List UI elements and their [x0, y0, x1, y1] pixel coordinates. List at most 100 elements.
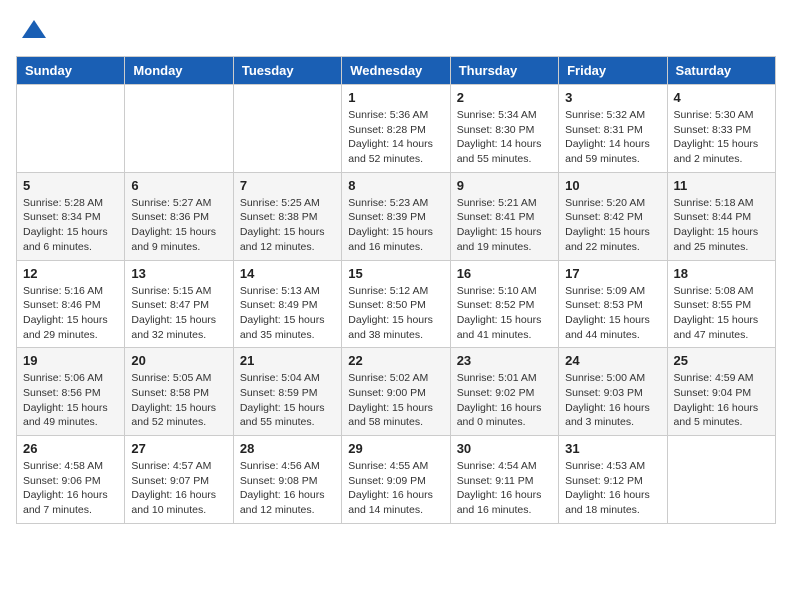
- day-number: 31: [565, 441, 660, 456]
- page-header: [16, 16, 776, 44]
- weekday-header-monday: Monday: [125, 57, 233, 85]
- calendar-week-row: 12 Sunrise: 5:16 AM Sunset: 8:46 PM Dayli…: [17, 260, 776, 348]
- day-number: 22: [348, 353, 443, 368]
- calendar-cell: 10 Sunrise: 5:20 AM Sunset: 8:42 PM Dayli…: [559, 172, 667, 260]
- day-number: 29: [348, 441, 443, 456]
- day-info: Sunrise: 5:23 AM Sunset: 8:39 PM Dayligh…: [348, 196, 443, 255]
- day-number: 11: [674, 178, 769, 193]
- calendar-table: SundayMondayTuesdayWednesdayThursdayFrid…: [16, 56, 776, 524]
- day-info: Sunrise: 5:28 AM Sunset: 8:34 PM Dayligh…: [23, 196, 118, 255]
- day-number: 23: [457, 353, 552, 368]
- logo: [16, 16, 48, 44]
- day-number: 7: [240, 178, 335, 193]
- calendar-cell: 28 Sunrise: 4:56 AM Sunset: 9:08 PM Dayli…: [233, 436, 341, 524]
- day-info: Sunrise: 5:01 AM Sunset: 9:02 PM Dayligh…: [457, 371, 552, 430]
- calendar-cell: 31 Sunrise: 4:53 AM Sunset: 9:12 PM Dayli…: [559, 436, 667, 524]
- day-info: Sunrise: 5:27 AM Sunset: 8:36 PM Dayligh…: [131, 196, 226, 255]
- day-number: 2: [457, 90, 552, 105]
- day-info: Sunrise: 4:56 AM Sunset: 9:08 PM Dayligh…: [240, 459, 335, 518]
- calendar-cell: 11 Sunrise: 5:18 AM Sunset: 8:44 PM Dayli…: [667, 172, 775, 260]
- day-info: Sunrise: 5:00 AM Sunset: 9:03 PM Dayligh…: [565, 371, 660, 430]
- calendar-week-row: 1 Sunrise: 5:36 AM Sunset: 8:28 PM Daylig…: [17, 85, 776, 173]
- calendar-cell: 27Sunrise: 4:57 AM Sunset: 9:07 PM Dayli…: [125, 436, 233, 524]
- calendar-cell: [17, 85, 125, 173]
- weekday-header-sunday: Sunday: [17, 57, 125, 85]
- day-info: Sunrise: 5:08 AM Sunset: 8:55 PM Dayligh…: [674, 284, 769, 343]
- day-info: Sunrise: 5:02 AM Sunset: 9:00 PM Dayligh…: [348, 371, 443, 430]
- day-info: Sunrise: 5:16 AM Sunset: 8:46 PM Dayligh…: [23, 284, 118, 343]
- day-info: Sunrise: 5:20 AM Sunset: 8:42 PM Dayligh…: [565, 196, 660, 255]
- calendar-cell: 5 Sunrise: 5:28 AM Sunset: 8:34 PM Daylig…: [17, 172, 125, 260]
- calendar-cell: 21 Sunrise: 5:04 AM Sunset: 8:59 PM Dayli…: [233, 348, 341, 436]
- calendar-cell: 15 Sunrise: 5:12 AM Sunset: 8:50 PM Dayli…: [342, 260, 450, 348]
- day-info: Sunrise: 4:55 AM Sunset: 9:09 PM Dayligh…: [348, 459, 443, 518]
- calendar-cell: 1 Sunrise: 5:36 AM Sunset: 8:28 PM Daylig…: [342, 85, 450, 173]
- calendar-cell: 8 Sunrise: 5:23 AM Sunset: 8:39 PM Daylig…: [342, 172, 450, 260]
- calendar-cell: [233, 85, 341, 173]
- calendar-cell: 30 Sunrise: 4:54 AM Sunset: 9:11 PM Dayli…: [450, 436, 558, 524]
- calendar-cell: [667, 436, 775, 524]
- day-number: 15: [348, 266, 443, 281]
- calendar-week-row: 26 Sunrise: 4:58 AM Sunset: 9:06 PM Dayli…: [17, 436, 776, 524]
- day-info: Sunrise: 5:21 AM Sunset: 8:41 PM Dayligh…: [457, 196, 552, 255]
- day-number: 12: [23, 266, 118, 281]
- day-info: Sunrise: 5:30 AM Sunset: 8:33 PM Dayligh…: [674, 108, 769, 167]
- day-number: 9: [457, 178, 552, 193]
- calendar-cell: 7 Sunrise: 5:25 AM Sunset: 8:38 PM Daylig…: [233, 172, 341, 260]
- day-info: Sunrise: 5:32 AM Sunset: 8:31 PM Dayligh…: [565, 108, 660, 167]
- weekday-header-saturday: Saturday: [667, 57, 775, 85]
- day-info: Sunrise: 4:53 AM Sunset: 9:12 PM Dayligh…: [565, 459, 660, 518]
- calendar-cell: 6 Sunrise: 5:27 AM Sunset: 8:36 PM Daylig…: [125, 172, 233, 260]
- day-info: Sunrise: 5:13 AM Sunset: 8:49 PM Dayligh…: [240, 284, 335, 343]
- day-info: Sunrise: 4:54 AM Sunset: 9:11 PM Dayligh…: [457, 459, 552, 518]
- day-info: Sunrise: 5:36 AM Sunset: 8:28 PM Dayligh…: [348, 108, 443, 167]
- calendar-week-row: 19 Sunrise: 5:06 AM Sunset: 8:56 PM Dayli…: [17, 348, 776, 436]
- day-number: 3: [565, 90, 660, 105]
- day-number: 21: [240, 353, 335, 368]
- logo-icon: [20, 16, 48, 44]
- day-number: 13: [131, 266, 226, 281]
- calendar-cell: 22 Sunrise: 5:02 AM Sunset: 9:00 PM Dayli…: [342, 348, 450, 436]
- day-info: Sunrise: 4:57 AM Sunset: 9:07 PM Dayligh…: [131, 459, 226, 518]
- day-number: 26: [23, 441, 118, 456]
- calendar-cell: 25 Sunrise: 4:59 AM Sunset: 9:04 PM Dayli…: [667, 348, 775, 436]
- calendar-cell: 2 Sunrise: 5:34 AM Sunset: 8:30 PM Daylig…: [450, 85, 558, 173]
- calendar-cell: 12 Sunrise: 5:16 AM Sunset: 8:46 PM Dayli…: [17, 260, 125, 348]
- day-info: Sunrise: 4:59 AM Sunset: 9:04 PM Dayligh…: [674, 371, 769, 430]
- calendar-cell: 24Sunrise: 5:00 AM Sunset: 9:03 PM Dayli…: [559, 348, 667, 436]
- day-info: Sunrise: 5:25 AM Sunset: 8:38 PM Dayligh…: [240, 196, 335, 255]
- calendar-cell: 17 Sunrise: 5:09 AM Sunset: 8:53 PM Dayli…: [559, 260, 667, 348]
- weekday-header-friday: Friday: [559, 57, 667, 85]
- day-number: 30: [457, 441, 552, 456]
- calendar-cell: 23 Sunrise: 5:01 AM Sunset: 9:02 PM Dayli…: [450, 348, 558, 436]
- day-number: 20: [131, 353, 226, 368]
- day-number: 4: [674, 90, 769, 105]
- day-number: 25: [674, 353, 769, 368]
- calendar-cell: 9 Sunrise: 5:21 AM Sunset: 8:41 PM Daylig…: [450, 172, 558, 260]
- calendar-cell: 4 Sunrise: 5:30 AM Sunset: 8:33 PM Daylig…: [667, 85, 775, 173]
- day-number: 8: [348, 178, 443, 193]
- day-info: Sunrise: 5:05 AM Sunset: 8:58 PM Dayligh…: [131, 371, 226, 430]
- day-number: 5: [23, 178, 118, 193]
- day-info: Sunrise: 5:12 AM Sunset: 8:50 PM Dayligh…: [348, 284, 443, 343]
- calendar-cell: 13Sunrise: 5:15 AM Sunset: 8:47 PM Dayli…: [125, 260, 233, 348]
- day-info: Sunrise: 4:58 AM Sunset: 9:06 PM Dayligh…: [23, 459, 118, 518]
- day-number: 28: [240, 441, 335, 456]
- calendar-cell: 14Sunrise: 5:13 AM Sunset: 8:49 PM Dayli…: [233, 260, 341, 348]
- day-number: 19: [23, 353, 118, 368]
- day-info: Sunrise: 5:06 AM Sunset: 8:56 PM Dayligh…: [23, 371, 118, 430]
- day-number: 17: [565, 266, 660, 281]
- day-info: Sunrise: 5:04 AM Sunset: 8:59 PM Dayligh…: [240, 371, 335, 430]
- day-number: 1: [348, 90, 443, 105]
- day-number: 10: [565, 178, 660, 193]
- day-info: Sunrise: 5:09 AM Sunset: 8:53 PM Dayligh…: [565, 284, 660, 343]
- day-info: Sunrise: 5:18 AM Sunset: 8:44 PM Dayligh…: [674, 196, 769, 255]
- day-info: Sunrise: 5:34 AM Sunset: 8:30 PM Dayligh…: [457, 108, 552, 167]
- weekday-header-row: SundayMondayTuesdayWednesdayThursdayFrid…: [17, 57, 776, 85]
- calendar-cell: 26 Sunrise: 4:58 AM Sunset: 9:06 PM Dayli…: [17, 436, 125, 524]
- calendar-week-row: 5 Sunrise: 5:28 AM Sunset: 8:34 PM Daylig…: [17, 172, 776, 260]
- weekday-header-tuesday: Tuesday: [233, 57, 341, 85]
- day-number: 6: [131, 178, 226, 193]
- day-number: 16: [457, 266, 552, 281]
- day-number: 18: [674, 266, 769, 281]
